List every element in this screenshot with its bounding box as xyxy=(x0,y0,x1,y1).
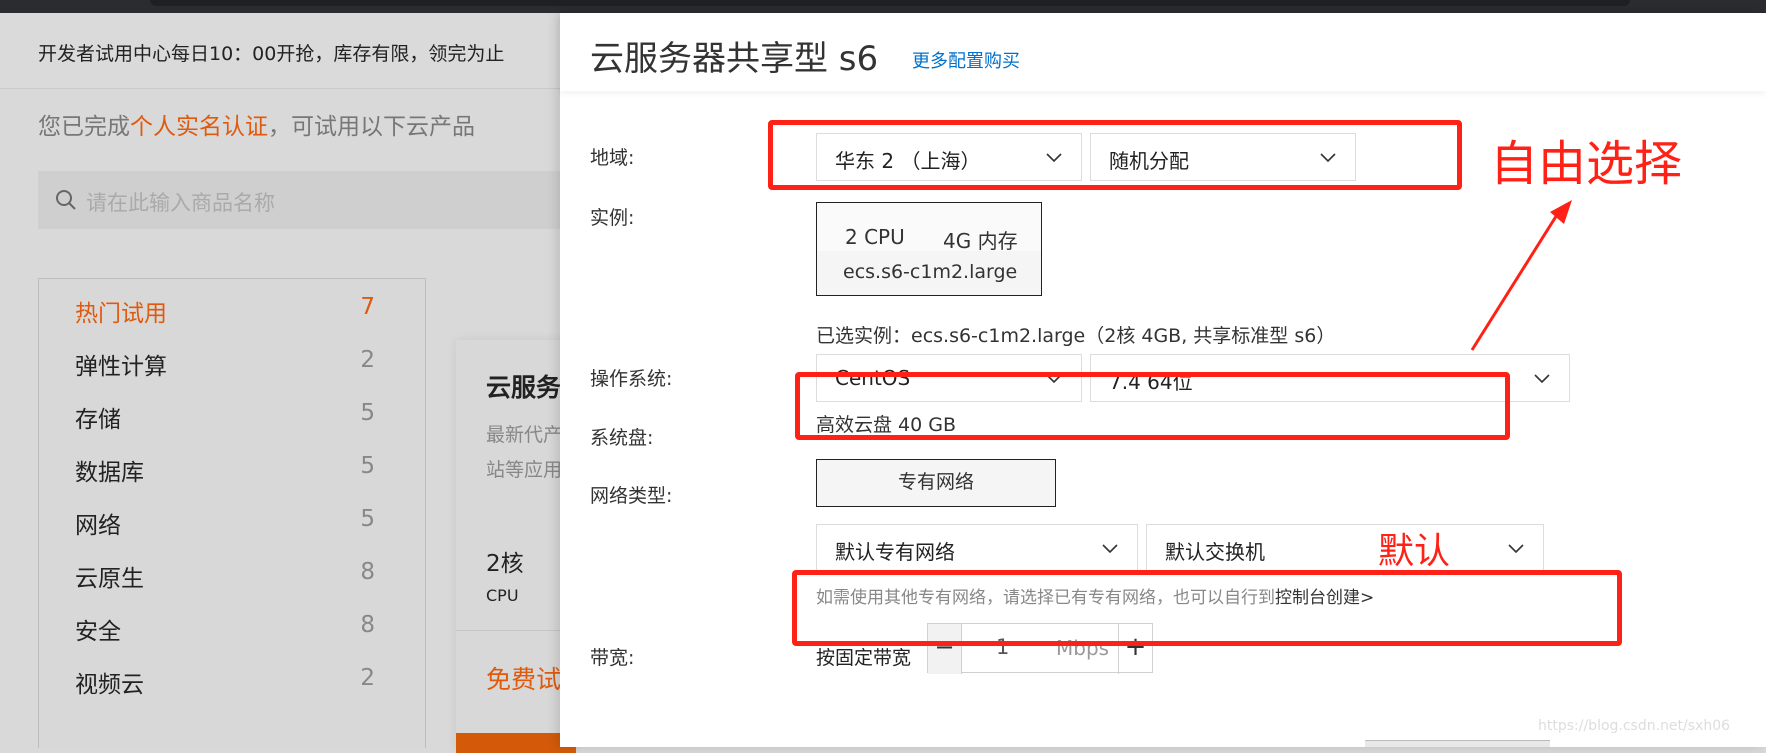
category-item-hot[interactable]: 热门试用 7 xyxy=(75,294,375,334)
os-label: 操作系统: xyxy=(590,368,673,390)
vpc-value: 默认专有网络 xyxy=(835,540,955,564)
bandwidth-mode: 按固定带宽 xyxy=(816,647,912,669)
verified-prefix: 您已完成 xyxy=(38,114,130,140)
chevron-down-icon xyxy=(1102,544,1118,554)
annotation-arrow-icon xyxy=(1470,200,1572,351)
category-item-database[interactable]: 数据库 5 xyxy=(75,453,375,493)
watermark: https://blog.csdn.net/sxh06 xyxy=(1538,718,1731,734)
category-count: 2 xyxy=(360,665,375,691)
category-count: 5 xyxy=(360,453,375,479)
category-item-security[interactable]: 安全 8 xyxy=(75,612,375,652)
verified-suffix: ，可试用以下云产品 xyxy=(268,114,475,140)
category-label: 云原生 xyxy=(75,566,144,592)
annotation-box-os xyxy=(795,372,1510,440)
network-type-label: 网络类型: xyxy=(590,485,673,507)
category-label: 热门试用 xyxy=(75,301,167,327)
card-description: 站等应用 xyxy=(486,459,563,481)
card-spec-label: CPU xyxy=(486,586,519,605)
card-spec-value: 2核 xyxy=(486,551,524,577)
category-item-video[interactable]: 视频云 2 xyxy=(75,665,375,705)
card-action-button[interactable] xyxy=(456,733,576,753)
drawer-header: 云服务器共享型 s6 更多配置购买 xyxy=(560,13,1766,91)
annotation-free-choice: 自由选择 xyxy=(1490,136,1683,192)
category-item-cloud-native[interactable]: 云原生 8 xyxy=(75,559,375,599)
card-title: 云服务 xyxy=(486,373,562,402)
chevron-down-icon xyxy=(1508,544,1524,554)
bandwidth-label: 带宽: xyxy=(590,647,635,669)
category-item-storage[interactable]: 存储 5 xyxy=(75,400,375,440)
search-icon xyxy=(56,190,76,210)
category-label: 网络 xyxy=(75,513,121,539)
product-card[interactable]: 云服务 最新代产 站等应用 2核 CPU 免费试 xyxy=(456,340,576,753)
notice-bar: 开发者试用中心每日10：00开抢，库存有限，领完为止 xyxy=(0,13,560,89)
annotation-box-region xyxy=(768,120,1462,190)
product-search-input[interactable]: 请在此输入商品名称 xyxy=(38,171,578,229)
category-item-compute[interactable]: 弹性计算 2 xyxy=(75,347,375,387)
category-label: 视频云 xyxy=(75,672,144,698)
notice-text: 开发者试用中心每日10：00开抢，库存有限，领完为止 xyxy=(38,43,505,65)
browser-tab-strip xyxy=(150,0,1630,6)
region-label: 地域: xyxy=(590,147,635,169)
selected-instance-text: 已选实例：ecs.s6-c1m2.large（2核 4GB, 共享标准型 s6） xyxy=(816,325,1336,347)
category-label: 存储 xyxy=(75,407,121,433)
category-label: 弹性计算 xyxy=(75,354,167,380)
category-label: 数据库 xyxy=(75,460,144,486)
instance-option[interactable]: 2 CPU 4G 内存 ecs.s6-c1m2.large xyxy=(816,202,1042,296)
verification-message: 您已完成个人实名认证，可试用以下云产品 xyxy=(38,107,475,141)
category-label: 安全 xyxy=(75,619,121,645)
search-placeholder: 请在此输入商品名称 xyxy=(86,191,275,215)
chevron-down-icon xyxy=(1534,374,1550,384)
card-divider xyxy=(456,630,576,631)
instance-code: ecs.s6-c1m2.large xyxy=(843,261,1018,283)
category-count: 5 xyxy=(360,506,375,532)
footer-button-edge[interactable] xyxy=(1365,740,1550,747)
category-item-network[interactable]: 网络 5 xyxy=(75,506,375,546)
drawer-title: 云服务器共享型 s6 xyxy=(590,39,879,79)
category-count: 8 xyxy=(360,559,375,585)
category-list: 热门试用 7 弹性计算 2 存储 5 数据库 5 网络 5 云原生 8 安全 8 视频云 2 xyxy=(38,278,426,748)
vpc-select[interactable]: 默认专有网络 xyxy=(816,524,1138,572)
vswitch-select[interactable]: 默认交换机 xyxy=(1146,524,1544,572)
annotation-box-network xyxy=(792,570,1622,646)
disk-label: 系统盘: xyxy=(590,427,654,449)
verification-link[interactable]: 个人实名认证 xyxy=(130,114,268,140)
instance-label: 实例: xyxy=(590,207,635,229)
category-count: 7 xyxy=(360,294,375,320)
category-count: 5 xyxy=(360,400,375,426)
category-count: 2 xyxy=(360,347,375,373)
vpc-type-button[interactable]: 专有网络 xyxy=(816,459,1056,507)
free-trial-label: 免费试 xyxy=(486,665,562,694)
browser-top-bar xyxy=(0,0,1766,13)
instance-memory: 4G 内存 xyxy=(943,229,1018,253)
card-description: 最新代产 xyxy=(486,424,563,446)
category-count: 8 xyxy=(360,612,375,638)
annotation-default: 默认 xyxy=(1378,531,1451,572)
vswitch-value: 默认交换机 xyxy=(1165,540,1265,564)
more-config-link[interactable]: 更多配置购买 xyxy=(912,47,1020,73)
instance-cpu: 2 CPU xyxy=(845,225,905,249)
